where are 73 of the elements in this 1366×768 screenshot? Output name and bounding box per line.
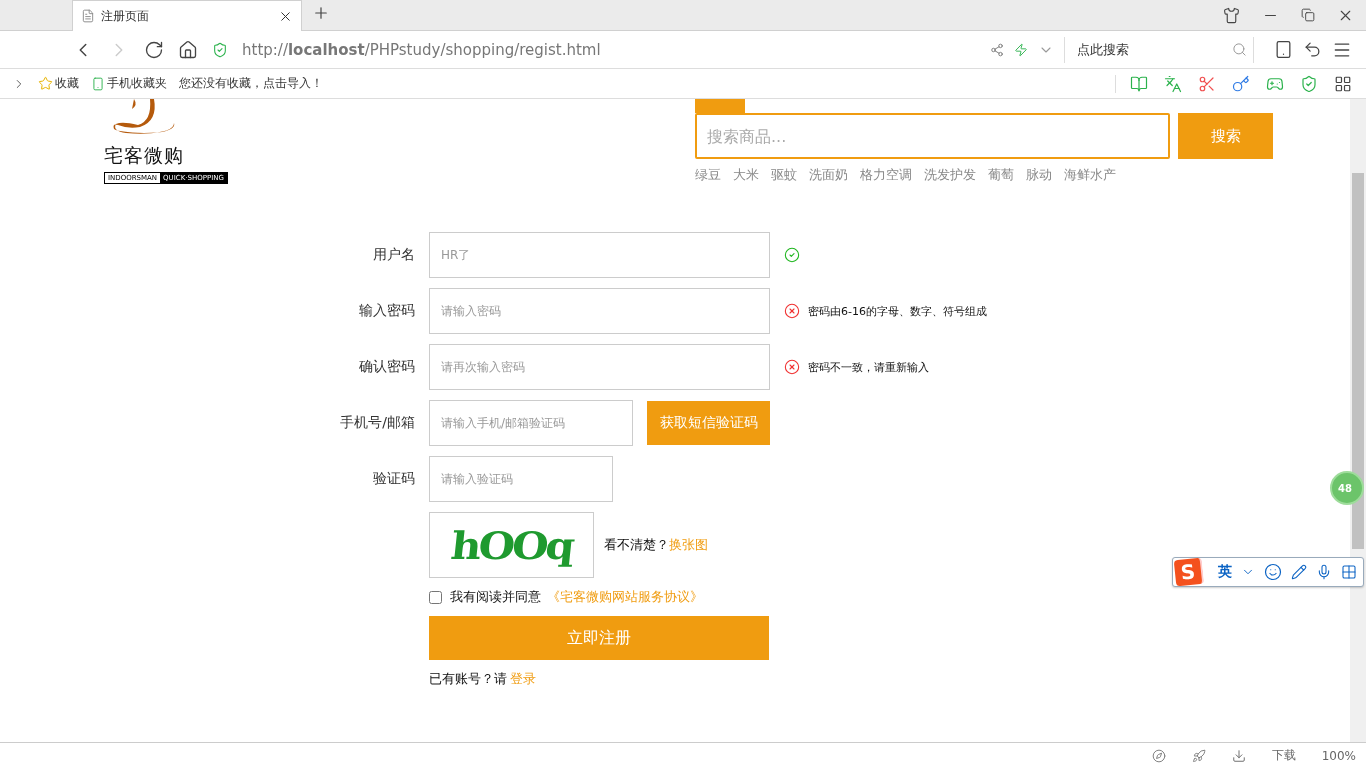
- input-field[interactable]: 请输入验证码: [429, 456, 613, 502]
- bookmark-item[interactable]: 手机收藏夹: [91, 75, 167, 92]
- login-prompt: 已有账号？请: [429, 670, 507, 688]
- field-label: 验证码: [372, 470, 415, 488]
- book-icon[interactable]: [1130, 74, 1148, 93]
- error-message: 密码由6-16的字母、数字、符号组成: [808, 303, 987, 319]
- microphone-icon[interactable]: [1316, 564, 1332, 580]
- apps-icon[interactable]: [1334, 74, 1352, 93]
- tablet-icon[interactable]: [1274, 40, 1293, 59]
- login-link[interactable]: 登录: [510, 670, 536, 688]
- bookmark-item[interactable]: 您还没有收藏，点击导入！: [179, 75, 323, 92]
- url-field[interactable]: http://localhost/PHPstudy/shopping/regist.html: [242, 40, 601, 59]
- restore-icon[interactable]: [1301, 8, 1315, 22]
- pencil-icon[interactable]: [1291, 564, 1307, 580]
- get-code-button[interactable]: 获取短信验证码: [647, 401, 770, 445]
- hot-word-link[interactable]: 葡萄: [988, 166, 1014, 184]
- scrollbar[interactable]: [1350, 99, 1366, 742]
- ime-mode-toggle[interactable]: 英: [1218, 563, 1232, 581]
- agreement-link[interactable]: 《宅客微购网站服务协议》: [547, 588, 703, 606]
- key-icon[interactable]: [1232, 74, 1250, 93]
- page-icon: [81, 9, 95, 23]
- download-icon[interactable]: [1231, 748, 1246, 763]
- shield-icon: [212, 41, 228, 58]
- reload-icon[interactable]: [144, 39, 164, 60]
- home-icon[interactable]: [178, 39, 198, 60]
- translate-icon[interactable]: [1164, 74, 1182, 93]
- bookmark-item[interactable]: 收藏: [38, 75, 79, 92]
- star-icon: [38, 76, 53, 91]
- captcha-image[interactable]: hOOq: [429, 512, 594, 578]
- hot-word-link[interactable]: 格力空调: [860, 166, 912, 184]
- input-field[interactable]: 请输入密码: [429, 288, 770, 334]
- hot-word-link[interactable]: 洗发护发: [924, 166, 976, 184]
- agree-checkbox[interactable]: [429, 590, 442, 604]
- field-label: 确认密码: [358, 358, 415, 376]
- hot-word-link[interactable]: 绿豆: [695, 166, 721, 184]
- smiley-icon[interactable]: [1264, 563, 1282, 581]
- refresh-captcha-link[interactable]: 换张图: [669, 536, 708, 554]
- phone-icon: [91, 76, 105, 91]
- hot-word-link[interactable]: 洗面奶: [809, 166, 848, 184]
- download-button[interactable]: 下载: [1271, 747, 1296, 764]
- product-search-field[interactable]: 搜索商品...: [695, 113, 1170, 159]
- floating-badge[interactable]: 48: [1330, 471, 1364, 505]
- lightning-icon[interactable]: [1014, 42, 1028, 57]
- field-label: 用户名: [372, 246, 415, 264]
- hot-word-link[interactable]: 驱蚊: [771, 166, 797, 184]
- ime-logo[interactable]: S: [1173, 557, 1205, 587]
- grid-icon[interactable]: [1341, 564, 1357, 580]
- hot-word-link[interactable]: 大米: [733, 166, 759, 184]
- captcha-hint: 看不清楚？: [604, 536, 669, 554]
- share-icon[interactable]: [990, 42, 1004, 57]
- input-field[interactable]: 请输入手机/邮箱验证码: [429, 400, 633, 446]
- rocket-icon[interactable]: [1191, 748, 1206, 763]
- skin-icon[interactable]: [1223, 6, 1240, 24]
- field-label: 输入密码: [358, 302, 415, 320]
- undo-icon[interactable]: [1303, 40, 1322, 59]
- field-label: 手机号/邮箱: [339, 414, 415, 432]
- browser-tab[interactable]: 注册页面: [72, 0, 302, 31]
- compass-icon[interactable]: [1151, 748, 1166, 763]
- scissors-icon[interactable]: [1198, 74, 1216, 93]
- logo-name: 宅客微购: [104, 143, 184, 168]
- search-icon: [1232, 42, 1247, 57]
- hot-word-link[interactable]: 脉动: [1026, 166, 1052, 184]
- agree-text: 我有阅读并同意: [450, 588, 541, 606]
- hot-word-link[interactable]: 海鲜水产: [1064, 166, 1116, 184]
- new-tab-icon[interactable]: [312, 4, 330, 22]
- zoom-level[interactable]: 100%: [1321, 748, 1356, 763]
- search-field[interactable]: 点此搜索: [1064, 36, 1254, 63]
- search-button[interactable]: 搜索: [1178, 113, 1273, 159]
- input-field[interactable]: 请再次输入密码: [429, 344, 770, 390]
- shield-icon[interactable]: [1300, 74, 1318, 93]
- error-message: 密码不一致，请重新输入: [808, 359, 929, 375]
- input-field[interactable]: HR了: [429, 232, 770, 278]
- register-button[interactable]: 立即注册: [429, 616, 769, 660]
